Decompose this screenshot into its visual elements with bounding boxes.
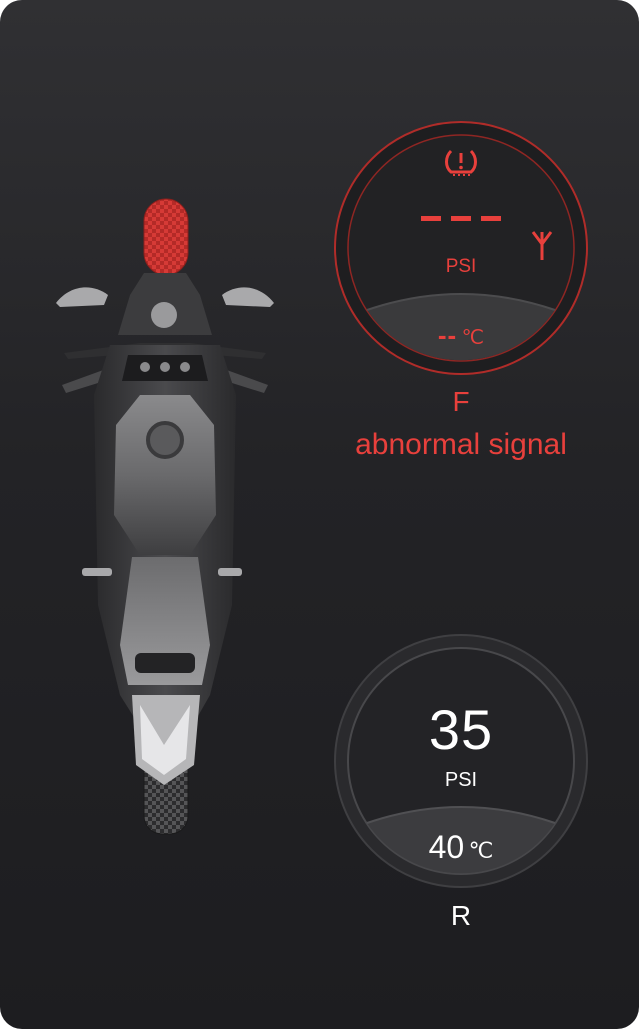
rear-pressure-value: 35 [428, 698, 494, 761]
front-pressure-unit: PSI [445, 256, 477, 277]
rear-temperature: 40 ℃ [333, 829, 589, 866]
front-pressure-dashes [421, 216, 501, 222]
rear-pressure-unit: PSI [444, 769, 478, 791]
rear-tire-gauge[interactable]: 35 PSI 40 ℃ [333, 633, 589, 889]
front-temperature: -- ℃ [333, 320, 589, 351]
motorcycle-top-view-image [56, 198, 274, 835]
front-position-label: F [452, 386, 470, 417]
rear-temperature-value: 40 [428, 829, 465, 865]
tpms-card: PSI -- ℃ F abnormal signal 35 PSI 40 ℃ R [0, 0, 639, 1029]
rear-temperature-unit: ℃ [468, 838, 494, 863]
front-status-text: abnormal signal [355, 428, 567, 461]
front-tire-gauge[interactable]: PSI -- ℃ [333, 120, 589, 376]
front-temperature-unit: ℃ [461, 327, 485, 349]
front-temperature-value: -- [437, 320, 458, 350]
tire-pressure-warning-icon [445, 149, 477, 176]
rear-position-label: R [450, 900, 472, 931]
